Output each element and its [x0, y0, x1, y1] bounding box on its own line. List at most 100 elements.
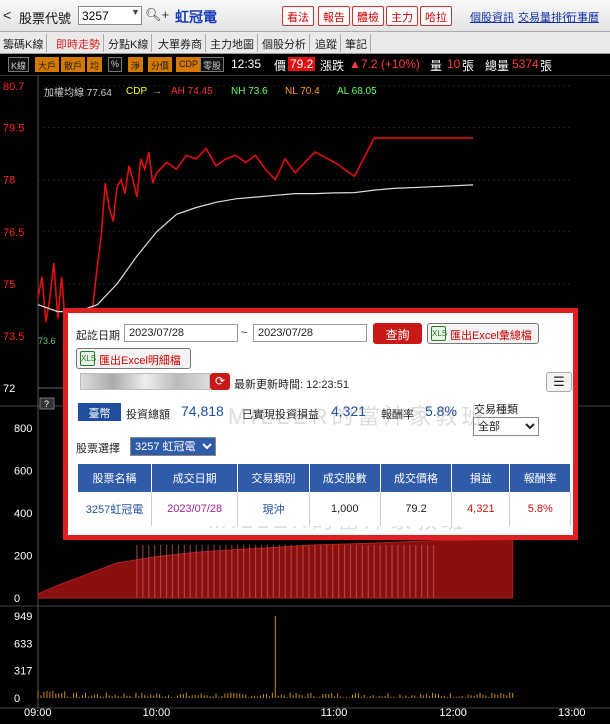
price-value: 79.2 [288, 57, 316, 71]
excel-icon: XLS [80, 351, 96, 366]
price-tick-label: 73.5 [3, 331, 24, 343]
mode-large-holder[interactable]: 大戶 [35, 57, 60, 72]
date-to-input[interactable] [253, 324, 367, 342]
redacted-account [80, 373, 210, 390]
tab-main-map[interactable]: 主力地圖 [207, 34, 258, 52]
cdp-legend: CDP [126, 86, 147, 97]
tab-bar: 籌碼K線 即時走勢 分點K線 大單券商 主力地圖 個股分析 追蹤 筆記 [0, 32, 610, 54]
volume-rank-link[interactable]: 交易量排行 [518, 9, 573, 25]
mode-cdp[interactable]: CDP [176, 57, 202, 72]
export-summary-button[interactable]: XLS 匯出Excel彙總檔 [427, 323, 539, 344]
mode-net[interactable]: 淨 [128, 57, 144, 72]
time-tick-label: 10:00 [143, 707, 171, 719]
mode-price-dist[interactable]: 分價 [148, 57, 173, 72]
ah-legend: AH 74.45 [171, 86, 213, 97]
realized-pl-label: 已實現投資損益 [242, 409, 319, 421]
cell-pl: 4,321 [451, 492, 511, 526]
help-glyph: ? [44, 399, 49, 409]
report-button[interactable]: 報告 [318, 6, 350, 26]
currency-badge: 臺幣 [78, 403, 121, 421]
tab-big-broker[interactable]: 大單券商 [155, 34, 206, 52]
table-header-row: 股票名稱 成交日期 交易類別 成交股數 成交價格 損益 報酬率 [78, 464, 571, 492]
mode-kline[interactable]: K線 [8, 57, 30, 72]
time-tick-label: 11:00 [321, 707, 348, 719]
stock-select-label: 股票選擇 [76, 443, 120, 455]
query-button[interactable]: 查詢 [373, 323, 422, 344]
mode-average[interactable]: 均 [87, 57, 103, 72]
tab-track[interactable]: 追蹤 [312, 34, 341, 52]
volume-tick-label: 633 [14, 638, 32, 650]
refresh-icon[interactable]: ⟳ [210, 373, 230, 390]
price-tick-label: 78 [3, 175, 15, 187]
nh-legend: NH 73.6 [231, 86, 268, 97]
stock-info-link[interactable]: 個股資訊 [470, 9, 514, 25]
volume-label: 量 [430, 59, 443, 73]
price-tick-label: 72 [3, 383, 15, 395]
cumulative-volume-area [37, 539, 514, 599]
realized-pl-value: 4,321 [331, 403, 367, 419]
main-force-button[interactable]: 主力 [386, 6, 418, 26]
export-detail-button[interactable]: XLS 匯出Excel明細檔 [76, 348, 191, 369]
calendar-link[interactable]: 行事曆 [566, 9, 599, 25]
tab-realtime[interactable]: 即時走勢 [53, 34, 104, 52]
change-value: ▲7.2 (+10%) [349, 57, 420, 71]
time-tick-label: 12:00 [439, 707, 467, 719]
table-row[interactable]: 3257虹冠電 2023/07/28 現沖 1,000 79.2 4,321 5… [78, 492, 571, 526]
cell-price: 79.2 [380, 492, 453, 526]
time-tick-label: 13:00 [558, 707, 586, 719]
price-label: 價 [274, 59, 287, 73]
stock-name: 虹冠電 [175, 9, 217, 25]
mode-retail[interactable]: 散戶 [61, 57, 86, 72]
quote-time: 12:35 [231, 57, 262, 71]
excel-icon: XLS [431, 326, 447, 341]
stock-select[interactable]: 3257 虹冠電 [130, 437, 216, 456]
checkup-button[interactable]: 體檢 [352, 6, 384, 26]
price-tick-label: 79.5 [3, 123, 24, 135]
col-shares: 成交股數 [309, 464, 381, 492]
cdp-arrow: → [152, 86, 162, 97]
tab-chip-kline[interactable]: 籌碼K線 [0, 34, 48, 52]
update-time: 最新更新時間: 12:23:51 [234, 379, 349, 391]
mode-percent[interactable]: % [108, 57, 123, 72]
al-legend: AL 68.05 [337, 86, 377, 97]
total-value: 5374 [512, 57, 539, 71]
roi-value: 5.8% [425, 403, 457, 419]
col-stock-name: 股票名稱 [78, 464, 152, 492]
volume-tick-label: 0 [14, 693, 20, 705]
trade-type-label: 交易種類 [474, 404, 518, 416]
cell-stock-name[interactable]: 3257虹冠電 [78, 492, 152, 526]
invest-total-value: 74,818 [181, 403, 224, 419]
trade-type-select[interactable]: 全部 [473, 417, 539, 436]
search-icon[interactable]: 🔍︎+ [145, 7, 169, 23]
tab-analysis[interactable]: 個股分析 [259, 34, 310, 52]
invest-total-label: 投資總額 [126, 409, 170, 421]
top-toolbar: < 股票代號 ▼ 🔍︎+ 虹冠電 看法 報告 體檢 主力 哈拉 個股資訊 交易量… [0, 0, 610, 32]
chevron-down-icon[interactable]: ▼ [131, 7, 140, 17]
volume-tick-label: 317 [14, 666, 32, 678]
total-label: 總量 [485, 59, 510, 73]
price-tick-label: 76.5 [3, 227, 24, 239]
volume-tick-label: 0 [14, 593, 20, 605]
time-tick-label: 09:00 [24, 707, 52, 719]
tab-branch-kline[interactable]: 分點K線 [105, 34, 153, 52]
export-summary-label: 匯出Excel彙總檔 [450, 330, 532, 342]
nl-legend: NL 70.4 [285, 86, 320, 97]
date-range-label: 起訖日期 [76, 330, 120, 342]
trade-record-dialog: 起訖日期 ~ 查詢 XLS 匯出Excel彙總檔 XLS 匯出Excel明細檔 … [63, 308, 578, 540]
date-from-input[interactable] [124, 324, 238, 342]
change-label: 漲跌 [320, 59, 345, 73]
cell-roi: 5.8% [509, 492, 571, 526]
view-button[interactable]: 看法 [282, 6, 314, 26]
mode-odd-lot[interactable]: 零股 [200, 57, 225, 72]
date-tilde: ~ [241, 327, 248, 339]
export-detail-label: 匯出Excel明細檔 [99, 355, 181, 367]
tab-notes[interactable]: 筆記 [342, 34, 371, 52]
quote-bar: K線 大戶 散戶 均 % 淨 分價 CDP 零股 12:35 價 79.2 漲跌… [0, 54, 610, 76]
menu-icon[interactable]: ☰ [546, 372, 572, 392]
chat-button[interactable]: 哈拉 [420, 6, 452, 26]
cell-trade-type: 現沖 [237, 492, 310, 526]
volume-tick-label: 600 [14, 466, 32, 478]
back-icon[interactable]: < [3, 7, 11, 23]
roi-label: 報酬率 [381, 409, 414, 421]
nh-marker: 73.6 [38, 336, 56, 346]
